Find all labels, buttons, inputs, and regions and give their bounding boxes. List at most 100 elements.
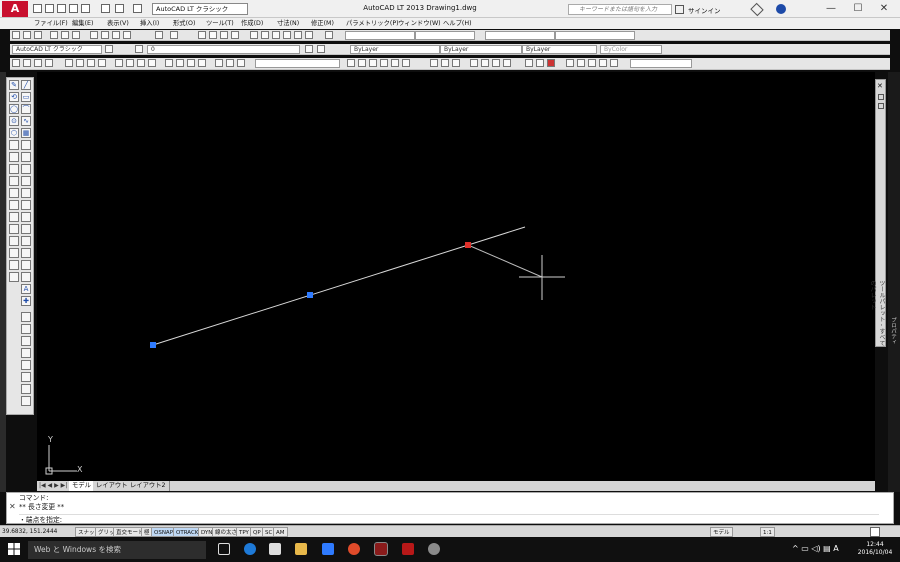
palette-autohide-icon[interactable] — [878, 94, 884, 100]
mirror-icon[interactable] — [9, 152, 19, 162]
sheet-set-icon[interactable] — [283, 31, 291, 39]
zoom-realtime-icon[interactable] — [209, 31, 217, 39]
maximize-button[interactable]: ☐ — [845, 2, 871, 16]
layer-previous-icon[interactable] — [317, 45, 325, 53]
markup-icon[interactable] — [294, 31, 302, 39]
edge-icon[interactable] — [244, 543, 256, 555]
clean-screen-icon[interactable] — [870, 527, 880, 537]
explode-icon[interactable] — [21, 224, 31, 234]
dimtedit-icon[interactable] — [226, 59, 234, 67]
help-search-input[interactable]: キーワードまたは語句を入力 — [568, 4, 672, 15]
group-bounding-icon[interactable] — [610, 59, 618, 67]
jogged-dim-icon[interactable] — [76, 59, 84, 67]
close-button[interactable]: ✕ — [871, 2, 897, 16]
undo-icon[interactable] — [115, 4, 124, 13]
tangent-snap-icon[interactable] — [452, 59, 460, 67]
tolerance-icon[interactable] — [165, 59, 173, 67]
layer-select[interactable]: 0 — [147, 45, 300, 54]
erase-icon[interactable] — [9, 140, 19, 150]
help-icon[interactable] — [776, 4, 786, 14]
polygon-icon[interactable]: ▭ — [21, 92, 31, 102]
coordinate-readout[interactable]: 39.6832, 151.2444 — [2, 527, 72, 537]
menu-edit[interactable]: 編集(E) — [72, 19, 94, 28]
cut-icon[interactable] — [90, 31, 98, 39]
dim-style-select[interactable] — [415, 31, 475, 40]
tool-palette-icon[interactable] — [272, 31, 280, 39]
autocad-8-icon[interactable] — [402, 543, 414, 555]
palette-close-icon[interactable]: ✕ — [877, 82, 883, 90]
grip-end-hot[interactable] — [465, 242, 471, 248]
taskbar-search[interactable]: Web と Windows を検索 — [28, 541, 206, 559]
menu-file[interactable]: ファイル(F) — [34, 19, 68, 28]
command-input[interactable]: ・端点を指定: — [19, 514, 879, 524]
view-dropdown[interactable] — [630, 59, 692, 68]
redo-icon[interactable] — [170, 31, 178, 39]
mtext-icon[interactable] — [21, 312, 31, 322]
dim-update-icon[interactable] — [237, 59, 245, 67]
dim-style-dropdown[interactable] — [255, 59, 340, 68]
drawing-canvas[interactable]: Y X — [37, 72, 875, 481]
dim-space-icon[interactable] — [148, 59, 156, 67]
layer-manager-icon[interactable] — [135, 45, 143, 53]
new-icon[interactable] — [33, 4, 42, 13]
make-current-icon[interactable] — [305, 45, 313, 53]
clock[interactable]: 12:44 2016/10/04 — [854, 541, 896, 557]
binoculars-icon[interactable] — [675, 5, 684, 14]
save-icon[interactable] — [34, 31, 42, 39]
group-select-icon[interactable] — [599, 59, 607, 67]
perpendicular-snap-icon[interactable] — [470, 59, 478, 67]
palette-properties-icon[interactable] — [878, 103, 884, 109]
menu-help[interactable]: ヘルプ(H) — [443, 19, 472, 28]
baseline-dim-icon[interactable] — [126, 59, 134, 67]
linetype-select[interactable]: ByLayer — [440, 45, 522, 54]
parallel-snap-icon[interactable] — [481, 59, 489, 67]
osnap-settings-icon[interactable] — [547, 59, 555, 67]
tab-layout2[interactable]: レイアウト2 — [127, 481, 170, 491]
circle-icon[interactable]: ⊙ — [9, 116, 19, 126]
tab-nav-arrows[interactable]: |◀ ◀ ▶ ▶| — [39, 482, 69, 490]
copy-icon[interactable] — [101, 31, 109, 39]
chamfer-icon[interactable] — [21, 212, 31, 222]
trim-icon[interactable] — [21, 188, 31, 198]
single-text-icon[interactable] — [21, 324, 31, 334]
color-select[interactable]: ByLayer — [350, 45, 440, 54]
intersection-snap-icon[interactable] — [369, 59, 377, 67]
aligned-dim-icon[interactable] — [23, 59, 31, 67]
menu-insert[interactable]: 挿入(I) — [140, 19, 159, 28]
fillet-icon[interactable] — [9, 224, 19, 234]
apparent-snap-icon[interactable] — [391, 59, 399, 67]
block-icon[interactable] — [9, 248, 19, 258]
design-center-icon[interactable] — [261, 31, 269, 39]
text-edit-icon[interactable] — [21, 336, 31, 346]
from-snap-icon[interactable] — [402, 59, 410, 67]
model-space-button[interactable]: モデル — [710, 527, 733, 537]
zoom-window-icon[interactable] — [220, 31, 228, 39]
table-icon[interactable] — [21, 236, 31, 246]
settings-gear-icon[interactable] — [428, 543, 440, 555]
print-icon[interactable] — [101, 4, 110, 13]
quadrant-snap-icon[interactable] — [441, 59, 449, 67]
ordinate-dim-icon[interactable] — [45, 59, 53, 67]
table-style-select[interactable] — [485, 31, 555, 40]
none-snap-icon[interactable] — [536, 59, 544, 67]
lineweight-select[interactable]: ByLayer — [522, 45, 597, 54]
menu-format[interactable]: 形式(O) — [173, 19, 195, 28]
workspace-select[interactable]: AutoCAD LT クラシック — [152, 3, 248, 15]
quick-dim-icon[interactable] — [115, 59, 123, 67]
task-view-icon[interactable] — [218, 543, 230, 555]
spline-icon[interactable]: ∿ — [21, 116, 31, 126]
arc-length-icon[interactable] — [34, 59, 42, 67]
offset-icon[interactable] — [21, 152, 31, 162]
boundary-icon[interactable] — [9, 272, 19, 282]
menu-modify[interactable]: 修正(M) — [311, 19, 334, 28]
publish-icon[interactable] — [72, 31, 80, 39]
menu-tools[interactable]: ツール(T) — [206, 19, 234, 28]
break-icon[interactable] — [21, 200, 31, 210]
scale-icon[interactable] — [21, 176, 31, 186]
move-icon[interactable] — [21, 164, 31, 174]
find-text-icon[interactable] — [21, 348, 31, 358]
menu-view[interactable]: 表示(V) — [107, 19, 129, 28]
linear-dim-icon[interactable] — [12, 59, 20, 67]
open-icon[interactable] — [23, 31, 31, 39]
text-scale-icon[interactable] — [21, 384, 31, 394]
